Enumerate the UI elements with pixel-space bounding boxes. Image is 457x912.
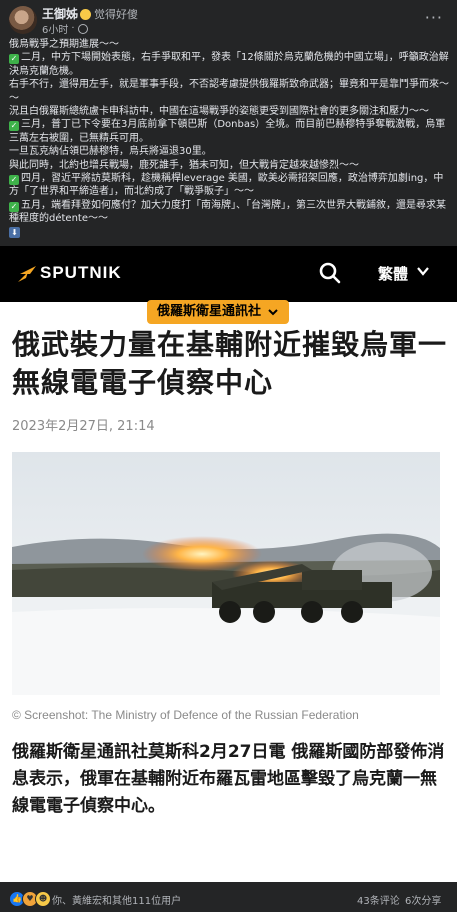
section-badge[interactable]: 俄羅斯衛星通訊社 xyxy=(147,300,290,324)
post-meta: 6小时 · xyxy=(42,21,88,36)
post-text-content: 俄烏戰爭之預期進展～～ xyxy=(9,39,119,50)
post-text-content: 二月，中方下場開始表態，右手爭取和平，發表「12條關於烏克蘭危機的中國立場」，呼… xyxy=(9,52,449,77)
post-text-line: 一旦瓦克納佔領巴赫穆特，烏兵將逼退30里。 xyxy=(9,145,449,158)
search-icon[interactable] xyxy=(318,261,342,285)
post-text-content: 右手不行，還得用左手，就是軍事手段，不否認考慮提供俄羅斯致命武器；畢竟和平是靠鬥… xyxy=(9,79,449,104)
rocket-launcher-photo xyxy=(12,452,440,695)
post-text-line: ✓ 二月，中方下場開始表態，右手爭取和平，發表「12條關於烏克蘭危機的中國立場」，… xyxy=(9,51,449,78)
chevron-down-icon[interactable] xyxy=(416,264,430,278)
check-mark-icon: ✓ xyxy=(9,201,19,212)
author-avatar[interactable] xyxy=(9,6,37,34)
feeling-text: 觉得好傻 xyxy=(94,8,138,21)
photo-caption: © Screenshot: The Ministry of Defence of… xyxy=(12,708,359,722)
comments-count[interactable]: 43条评论 xyxy=(357,892,400,907)
check-mark-icon: ✓ xyxy=(9,175,19,186)
post-time[interactable]: 6小时 xyxy=(42,21,68,36)
shares-count[interactable]: 6次分享 xyxy=(405,892,441,907)
sputnik-logo-icon xyxy=(18,266,36,282)
post-text-content: 一旦瓦克納佔領巴赫穆特，烏兵將逼退30里。 xyxy=(9,146,212,158)
author-name[interactable]: 王御姊 xyxy=(42,5,78,22)
post-text-line: 俄烏戰爭之預期進展～～ xyxy=(9,38,449,51)
reactions-summary[interactable]: 你、黃維宏和其他111位用户 xyxy=(52,892,181,907)
post-text: 俄烏戰爭之預期進展～～ ✓ 二月，中方下場開始表態，右手爭取和平，發表「12條關於烏… xyxy=(9,38,449,226)
feeling-emoji-icon xyxy=(80,8,91,20)
post-text-line: ✓ 三月，普丁已下令要在3月底前拿下頓巴斯（Donbas）全境。而目前巴赫穆特爭奪… xyxy=(9,118,449,145)
post-text-content: 三月，普丁已下令要在3月底前拿下頓巴斯（Donbas）全境。而目前巴赫穆特爭奪戰… xyxy=(9,119,446,144)
expand-arrow-icon[interactable]: ⬇ xyxy=(9,227,20,238)
post-text-line: ✓ 四月，習近平將訪莫斯科，趁機稱桿leverage 美國，歐美必需招架回應，政治… xyxy=(9,172,449,199)
haha-reaction-icon: ☻ xyxy=(35,891,51,907)
post-text-line: 況且白俄羅斯總統盧卡申科訪中，中國在這場戰爭的姿態更受到國際社會的更多關注和壓力… xyxy=(9,105,449,118)
article-lead: 俄羅斯衛星通訊社莫斯科2月27日電 俄羅斯國防部發佈消息表示，俄軍在基輔附近布羅… xyxy=(12,742,445,816)
shared-article-screenshot[interactable]: SPUTNIK 繁體 俄羅斯衛星通訊社 俄武裝力量在基輔附近摧毀烏軍一無線電電子… xyxy=(0,246,457,882)
post-footer: 👍 ♥ ☻ 你、黃維宏和其他111位用户 43条评论 6次分享 xyxy=(0,886,457,912)
post-text-content: 況且白俄羅斯總統盧卡申科訪中，中國在這場戰爭的姿態更受到國際社會的更多關注和壓力… xyxy=(9,106,429,118)
section-chevron-icon xyxy=(268,309,278,316)
more-options-icon[interactable]: ··· xyxy=(425,8,443,27)
check-mark-icon: ✓ xyxy=(9,121,19,132)
post-text-content: 五月，端看拜登如何應付？加大力度打「南海牌」、「台灣牌」，第三次世界大戰鋪敘，還… xyxy=(9,199,446,225)
post-header: 王御姊 觉得好傻 6小时 · ··· xyxy=(0,0,457,36)
meta-separator: · xyxy=(71,23,75,34)
section-label: 俄羅斯衛星通訊社 xyxy=(157,304,262,319)
globe-icon xyxy=(77,23,88,34)
post-text-line: ✓ 五月，端看拜登如何應付？加大力度打「南海牌」、「台灣牌」，第三次世界大戰鋪敘，… xyxy=(9,199,449,226)
feeling-status: 觉得好傻 xyxy=(80,6,138,22)
post-text-content: 四月，習近平將訪莫斯科，趁機稱桿leverage 美國，歐美必需招架回應，政治博… xyxy=(9,173,444,198)
post-text-content: 與此同時，北約也增兵戰場，鹿死誰手，猶未可知，但大戰肯定越來越慘烈～～ xyxy=(9,159,359,171)
article-title[interactable]: 俄武裝力量在基輔附近摧毀烏軍一無線電電子偵察中心 xyxy=(12,326,448,402)
language-selector[interactable]: 繁體 xyxy=(378,263,408,284)
sputnik-header: SPUTNIK 繁體 xyxy=(0,246,457,302)
sputnik-brand: SPUTNIK xyxy=(40,263,122,282)
check-mark-icon: ✓ xyxy=(9,54,19,65)
post-text-line: 與此同時，北約也增兵戰場，鹿死誰手，猶未可知，但大戰肯定越來越慘烈～～ xyxy=(9,159,449,172)
reaction-icons[interactable]: 👍 ♥ ☻ xyxy=(9,891,51,907)
article-date: 2023年2月27日, 21:14 xyxy=(12,419,155,434)
post-text-line: 右手不行，還得用左手，就是軍事手段，不否認考慮提供俄羅斯致命武器；畢竟和平是靠鬥… xyxy=(9,78,449,105)
